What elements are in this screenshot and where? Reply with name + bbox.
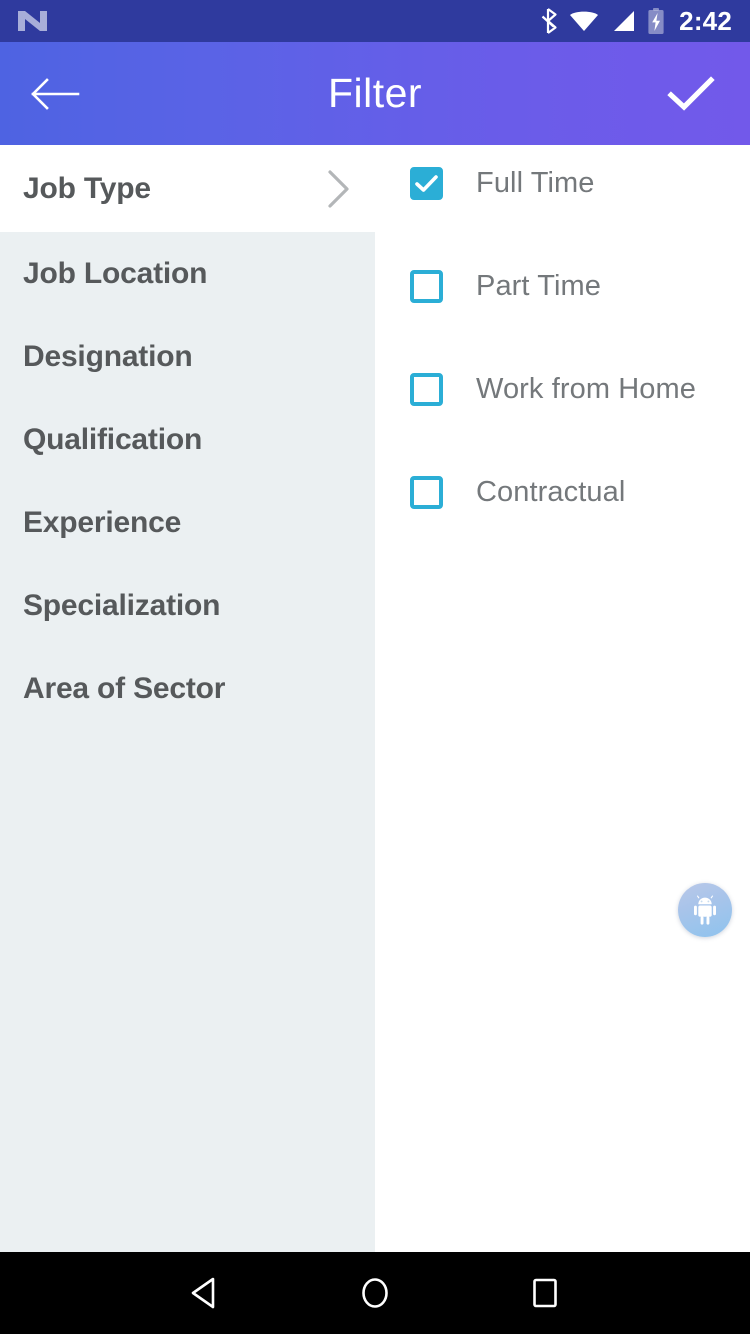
option-label: Full Time [476, 167, 595, 199]
status-bar: 2:42 [0, 0, 750, 42]
sidebar-item-qualification[interactable]: Qualification [0, 398, 375, 481]
sidebar-item-label: Experience [23, 505, 182, 539]
option-label: Contractual [476, 476, 626, 508]
status-bar-clock: 2:42 [679, 5, 732, 36]
battery-charging-icon [648, 8, 664, 34]
nav-back-button[interactable] [120, 1252, 290, 1334]
app-bar: Filter [0, 42, 750, 145]
sidebar-item-label: Qualification [23, 422, 203, 456]
android-robot-icon [694, 895, 716, 925]
sidebar-item-label: Job Type [23, 171, 151, 205]
android-n-logo-icon [18, 11, 47, 31]
option-row-contractual[interactable]: Contractual [375, 475, 750, 578]
nav-recents-button[interactable] [460, 1252, 630, 1334]
android-assistant-button[interactable] [678, 883, 732, 937]
back-button[interactable] [0, 42, 110, 145]
sidebar-item-experience[interactable]: Experience [0, 481, 375, 564]
option-row-full-time[interactable]: Full Time [375, 166, 750, 269]
sidebar-item-designation[interactable]: Designation [0, 315, 375, 398]
square-recents-icon [533, 1278, 557, 1308]
apply-filter-button[interactable] [632, 42, 750, 145]
bluetooth-icon [541, 8, 557, 34]
phone-screen: 2:42 Filter Job Type Job Location Design… [0, 0, 750, 1334]
status-bar-icons: 2:42 [541, 6, 732, 37]
sidebar-item-label: Job Location [23, 256, 208, 290]
wifi-icon [570, 11, 599, 31]
checkbox-unchecked-icon[interactable] [410, 270, 443, 303]
triangle-back-icon [191, 1277, 215, 1309]
chevron-right-icon [321, 166, 355, 212]
option-label: Part Time [476, 270, 601, 302]
arrow-left-icon [31, 77, 80, 110]
filter-options-panel: Full Time Part Time Work from Home Contr… [375, 145, 750, 1252]
checkbox-checked-icon[interactable] [410, 167, 443, 200]
sidebar-item-label: Designation [23, 339, 193, 373]
circle-home-icon [362, 1278, 388, 1308]
android-navigation-bar [0, 1252, 750, 1334]
checkbox-unchecked-icon[interactable] [410, 373, 443, 406]
sidebar-item-specialization[interactable]: Specialization [0, 564, 375, 647]
sidebar-item-label: Area of Sector [23, 671, 226, 705]
checkbox-unchecked-icon[interactable] [410, 476, 443, 509]
nav-home-button[interactable] [290, 1252, 460, 1334]
sidebar-item-job-type[interactable]: Job Type [0, 145, 375, 232]
check-icon [667, 75, 715, 111]
sidebar-item-job-location[interactable]: Job Location [0, 232, 375, 315]
sidebar-item-label: Specialization [23, 588, 221, 622]
filter-category-sidebar: Job Type Job Location Designation Qualif… [0, 145, 375, 1252]
option-row-work-from-home[interactable]: Work from Home [375, 372, 750, 475]
cellular-signal-icon [614, 11, 635, 31]
filter-content: Job Type Job Location Designation Qualif… [0, 145, 750, 1252]
option-row-part-time[interactable]: Part Time [375, 269, 750, 372]
option-label: Work from Home [476, 373, 697, 405]
sidebar-item-area-of-sector[interactable]: Area of Sector [0, 647, 375, 730]
